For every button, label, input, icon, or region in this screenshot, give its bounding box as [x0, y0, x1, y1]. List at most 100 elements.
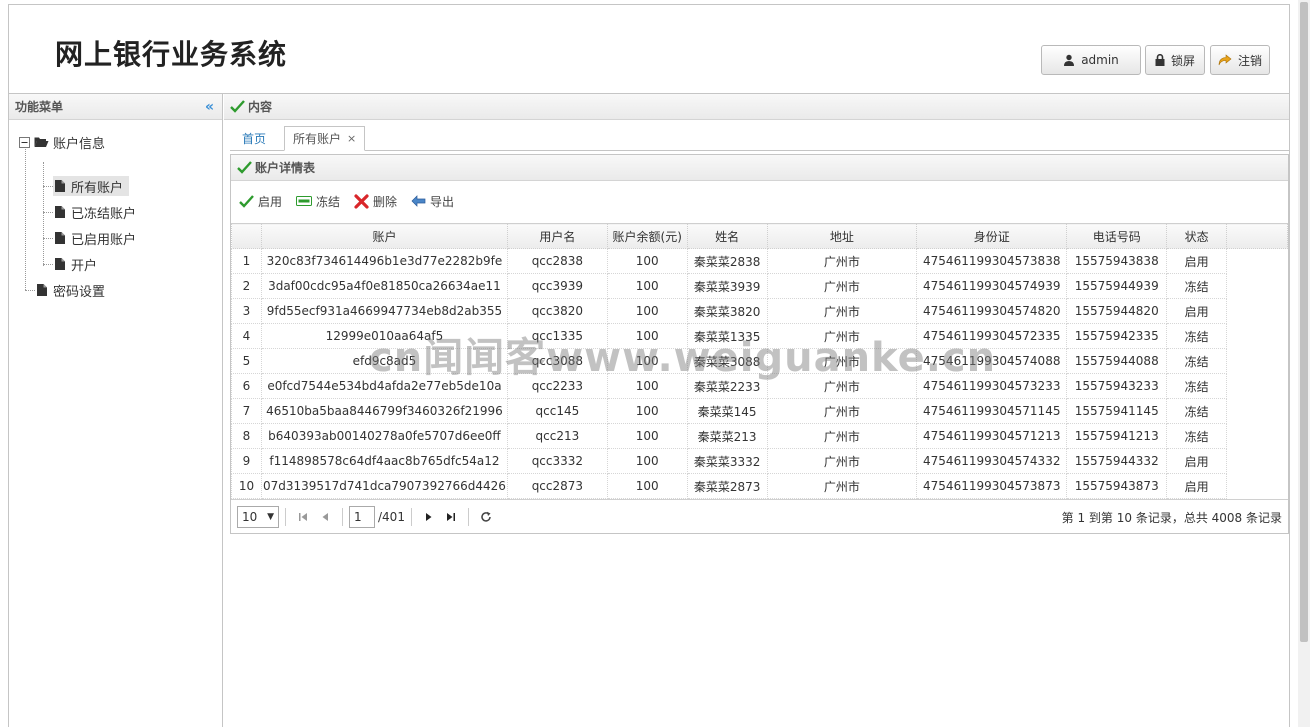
table-cell: 475461199304574939 — [916, 273, 1068, 299]
tab-home[interactable]: 首页 — [234, 126, 274, 151]
freeze-label: 冻结 — [316, 194, 341, 209]
prev-page-button[interactable] — [314, 506, 336, 528]
table-cell: qcc3820 — [506, 298, 608, 324]
table-row[interactable]: 6 e0fcd7544e534bd4afda2e77eb5de10a qcc2233… — [231, 373, 1288, 399]
table-cell: qcc2233 — [506, 373, 608, 399]
first-page-icon — [299, 512, 307, 521]
table-row[interactable]: 3 9fd55ecf931a4669947734eb8d2ab355 qcc3820… — [231, 298, 1288, 324]
tree-connector — [43, 186, 53, 187]
sidebar-item-frozen-accounts[interactable]: 已冻结账户 — [55, 202, 136, 222]
sidebar-item-all-accounts[interactable]: 所有账户 — [53, 176, 130, 196]
collapse-toggle-icon[interactable] — [19, 136, 30, 148]
table-row[interactable]: 9 f114898578c64df4aac8b765dfc54a12 qcc3332… — [231, 448, 1288, 474]
column-header[interactable]: 账户余额(元) — [606, 223, 688, 249]
table-cell: 15575944939 — [1066, 273, 1168, 299]
next-page-icon — [425, 512, 432, 521]
tab-bar: 首页 所有账户 × — [230, 121, 1289, 151]
tree-connector — [43, 162, 44, 266]
delete-label: 删除 — [373, 194, 398, 209]
table-cell: 广州市 — [766, 348, 918, 374]
refresh-button[interactable] — [475, 506, 497, 528]
column-header[interactable]: 账户 — [260, 223, 508, 249]
table-cell: 冻结 — [1166, 348, 1228, 374]
sidebar-item-label: 所有账户 — [71, 180, 124, 196]
table-cell: 冻结 — [1166, 398, 1228, 424]
column-header[interactable]: 电话号码 — [1066, 223, 1168, 249]
table-cell: 广州市 — [766, 273, 918, 299]
next-page-button[interactable] — [418, 506, 440, 528]
column-header[interactable]: 身份证 — [916, 223, 1068, 249]
sidebar-item-password-settings[interactable]: 密码设置 — [37, 280, 105, 300]
table-cell: 07d3139517d741dca7907392766d4426 — [260, 473, 508, 499]
header: 网上银行业务系统 admin 锁屏 注销 — [9, 5, 1289, 93]
table-cell: 100 — [606, 373, 688, 399]
accounts-table: 账户 用户名 账户余额(元) 姓名 地址 身份证 电话号码 状态 1 320c83… — [231, 223, 1288, 499]
main-panel: 内容 首页 所有账户 × 账户详情表 启用 冻结 删除 导出 账户 用户名 账户… — [224, 94, 1289, 727]
first-page-button[interactable] — [292, 506, 314, 528]
minus-box-icon — [296, 196, 313, 206]
table-row[interactable]: 1 320c83f734614496b1e3d77e2282b9fe qcc2838… — [231, 248, 1288, 274]
sidebar-header: 功能菜单 « — [9, 94, 222, 120]
tree-connector — [43, 212, 53, 213]
last-page-button[interactable] — [440, 506, 462, 528]
table-cell: 冻结 — [1166, 373, 1228, 399]
grid-title: 账户详情表 — [255, 161, 316, 175]
check-icon — [237, 161, 252, 174]
tree-connector — [43, 264, 53, 265]
tree-connector — [25, 142, 26, 290]
vertical-scrollbar[interactable] — [1298, 0, 1310, 727]
sidebar-item-enabled-accounts[interactable]: 已启用账户 — [55, 228, 136, 248]
table-row[interactable]: 8 b640393ab00140278a0fe5707d6ee0ff qcc213 1… — [231, 423, 1288, 449]
tree-connector — [25, 290, 35, 291]
dropdown-arrow-icon: ▼ — [267, 511, 274, 522]
table-cell: 15575943838 — [1066, 248, 1168, 274]
table-cell: 秦菜菜2838 — [686, 248, 768, 274]
table-cell: 475461199304574820 — [916, 298, 1068, 324]
row-number: 3 — [231, 298, 262, 324]
column-header[interactable]: 状态 — [1166, 223, 1228, 249]
page-size-select[interactable]: 10 ▼ — [237, 505, 279, 528]
table-row[interactable]: 7 46510ba5baa8446799f3460326f21996 qcc145 1… — [231, 398, 1288, 424]
delete-x-icon — [354, 193, 369, 209]
table-cell: 100 — [606, 398, 688, 424]
tree-root-label: 账户信息 — [53, 136, 106, 152]
table-row[interactable]: 2 3daf00cdc95a4f0e81850ca26634ae11 qcc3939… — [231, 273, 1288, 299]
column-header[interactable]: 姓名 — [686, 223, 768, 249]
table-cell: 秦菜菜2873 — [686, 473, 768, 499]
table-cell: 秦菜菜145 — [686, 398, 768, 424]
logout-label: 注销 — [1237, 53, 1262, 68]
delete-button[interactable]: 删除 — [354, 193, 397, 210]
enable-button[interactable]: 启用 — [239, 193, 282, 210]
table-cell: 秦菜菜213 — [686, 423, 768, 449]
lock-label: 锁屏 — [1170, 53, 1195, 68]
grid-panel: 账户详情表 启用 冻结 删除 导出 账户 用户名 账户余额(元) 姓名 地址 身… — [230, 154, 1289, 534]
pager-separator — [467, 507, 469, 526]
lock-screen-button[interactable]: 锁屏 — [1145, 45, 1205, 75]
table-cell: efd9c8ad5 — [260, 348, 508, 374]
table-row[interactable]: 10 07d3139517d741dca7907392766d4426 qcc287… — [231, 473, 1288, 499]
close-icon[interactable]: × — [347, 132, 356, 145]
file-icon — [37, 284, 47, 296]
user-button[interactable]: admin — [1041, 45, 1141, 75]
tree-root-account-info[interactable]: 账户信息 — [19, 132, 105, 152]
freeze-button[interactable]: 冻结 — [296, 193, 340, 210]
table-cell: qcc145 — [506, 398, 608, 424]
tab-all-accounts[interactable]: 所有账户 × — [284, 126, 366, 151]
table-cell-filler — [1227, 424, 1288, 449]
file-icon — [55, 258, 65, 270]
scrollbar-thumb[interactable] — [1300, 2, 1308, 642]
table-cell: 3daf00cdc95a4f0e81850ca26634ae11 — [260, 273, 508, 299]
logout-button[interactable]: 注销 — [1210, 45, 1270, 75]
table-row[interactable]: 4 12999e010aa64af5 qcc1335 100 秦菜菜1335 广州市 475… — [231, 323, 1288, 349]
column-header[interactable]: 地址 — [766, 223, 918, 249]
sidebar-item-open-account[interactable]: 开户 — [55, 254, 97, 274]
table-row[interactable]: 5 efd9c8ad5 qcc3088 100 秦菜菜3088 广州市 4754611993… — [231, 348, 1288, 374]
table-cell: 广州市 — [766, 298, 918, 324]
export-label: 导出 — [430, 194, 455, 209]
table-cell: 475461199304572335 — [916, 323, 1068, 349]
export-button[interactable]: 导出 — [411, 193, 454, 210]
column-header[interactable]: 用户名 — [506, 223, 608, 249]
page-number-input[interactable]: 1 — [349, 505, 375, 528]
table-cell: qcc3332 — [506, 448, 608, 474]
collapse-icon[interactable]: « — [205, 99, 214, 115]
